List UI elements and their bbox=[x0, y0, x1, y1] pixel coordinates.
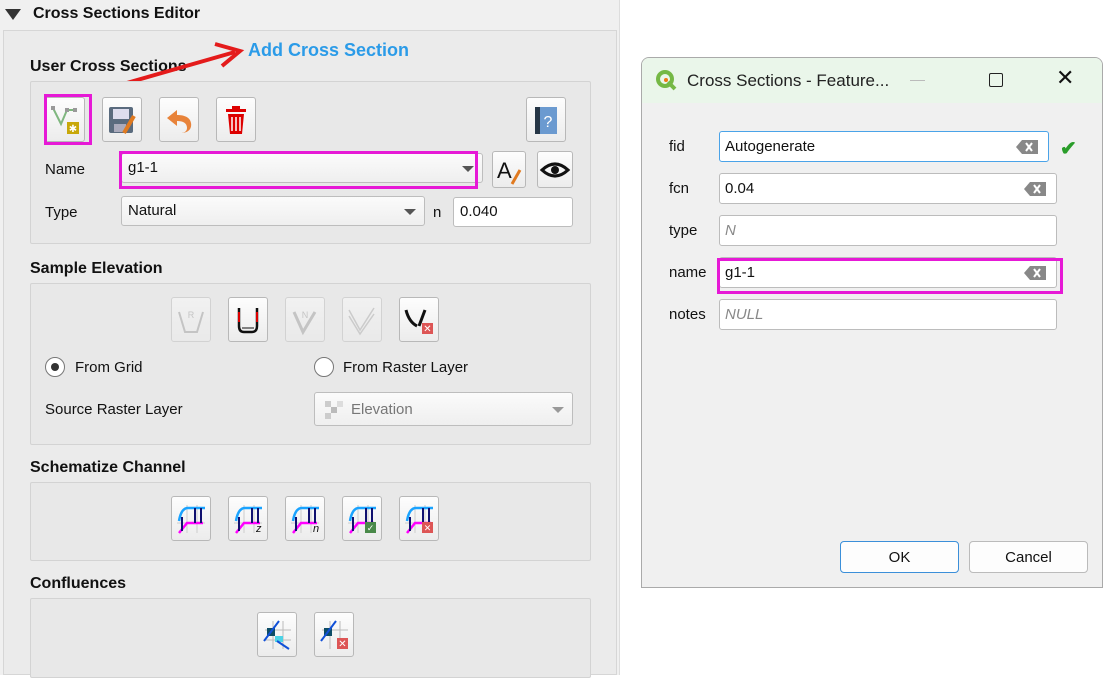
sample-rtv-button[interactable]: R bbox=[171, 297, 211, 342]
field-label-fcn: fcn bbox=[669, 180, 690, 197]
clear-field-icon[interactable] bbox=[1016, 140, 1038, 154]
sample-n-button[interactable]: N bbox=[285, 297, 325, 342]
schematize-icon bbox=[177, 504, 205, 534]
delete-sample-button[interactable]: ✕ bbox=[399, 297, 439, 342]
confluences-group bbox=[30, 598, 591, 678]
svg-text:✕: ✕ bbox=[338, 639, 346, 650]
ok-button[interactable]: OK bbox=[840, 541, 959, 573]
svg-text:✕: ✕ bbox=[424, 523, 432, 533]
from-raster-radio[interactable] bbox=[314, 357, 334, 377]
source-raster-value: Elevation bbox=[351, 401, 413, 418]
svg-text:✓: ✓ bbox=[367, 523, 375, 533]
cross-sections-editor-panel: Cross Sections Editor User Cross Section… bbox=[0, 0, 620, 678]
from-grid-radio[interactable] bbox=[45, 357, 65, 377]
eye-icon bbox=[539, 162, 571, 177]
field-label-notes: notes bbox=[669, 306, 706, 323]
dialog-titlebar: Cross Sections - Feature... ✕ bbox=[642, 58, 1102, 103]
undo-button[interactable] bbox=[159, 97, 199, 142]
field-label-name: name bbox=[669, 264, 707, 281]
multi-section-icon bbox=[348, 307, 375, 335]
name-highlight bbox=[119, 151, 478, 189]
svg-text:?: ? bbox=[544, 114, 553, 131]
svg-text:N: N bbox=[302, 310, 309, 320]
from-grid-label: From Grid bbox=[75, 359, 143, 376]
confluence-icon bbox=[263, 619, 291, 650]
field-input-fid[interactable]: Autogenerate bbox=[719, 131, 1049, 162]
close-icon[interactable]: ✕ bbox=[1056, 65, 1074, 91]
save-button[interactable] bbox=[102, 97, 142, 142]
field-label-type: type bbox=[669, 222, 698, 239]
save-edit-icon bbox=[109, 106, 136, 134]
svg-text:n: n bbox=[313, 523, 319, 535]
dialog-title: Cross Sections - Feature... bbox=[687, 71, 890, 90]
add-cross-section-annotation: Add Cross Section bbox=[248, 40, 410, 60]
field-value: Autogenerate bbox=[725, 138, 816, 155]
schematize-icon: ✓ bbox=[348, 504, 376, 534]
feature-attributes-dialog: Cross Sections - Feature... ✕ fid Autogen… bbox=[641, 57, 1103, 588]
field-input-type[interactable]: N bbox=[719, 215, 1057, 246]
field-label-fid: fid bbox=[669, 138, 685, 155]
schematize-channel-heading: Schematize Channel bbox=[30, 459, 186, 476]
add-button-highlight bbox=[44, 94, 92, 145]
field-value: NULL bbox=[725, 306, 764, 323]
validate-schematize-button[interactable]: ✓ bbox=[342, 496, 382, 541]
type-value: Natural bbox=[128, 202, 177, 219]
chevron-down-icon bbox=[552, 407, 564, 413]
type-label: Type bbox=[45, 204, 78, 221]
sample-banks-button[interactable] bbox=[228, 297, 268, 342]
minimize-icon[interactable] bbox=[910, 80, 925, 81]
source-raster-combobox[interactable]: Elevation bbox=[314, 392, 573, 426]
type-combobox[interactable]: Natural bbox=[121, 196, 425, 226]
maximize-icon[interactable] bbox=[989, 73, 1003, 87]
field-input-fcn[interactable]: 0.04 bbox=[719, 173, 1057, 204]
svg-text:z: z bbox=[255, 523, 262, 535]
delete-button[interactable] bbox=[216, 97, 256, 142]
schematize-z-button[interactable]: z bbox=[228, 496, 268, 541]
help-button[interactable]: ? bbox=[526, 97, 566, 142]
from-raster-label: From Raster Layer bbox=[343, 359, 469, 376]
qgis-logo-icon bbox=[656, 70, 677, 91]
schematize-icon: n bbox=[291, 504, 319, 535]
schematize-icon: z bbox=[234, 504, 262, 535]
collapse-triangle-icon[interactable] bbox=[5, 9, 21, 20]
delete-confluence-icon: ✕ bbox=[320, 619, 348, 650]
sample-multiple-button[interactable] bbox=[342, 297, 382, 342]
svg-text:✕: ✕ bbox=[423, 324, 431, 335]
confluences-heading: Confluences bbox=[30, 575, 127, 592]
channel-bank-icon bbox=[237, 307, 259, 333]
field-value: N bbox=[725, 222, 736, 239]
undo-icon bbox=[167, 109, 192, 133]
rtv-icon: R bbox=[178, 310, 204, 333]
valid-checkmark-icon: ✔ bbox=[1060, 138, 1077, 160]
delete-confluence-button[interactable]: ✕ bbox=[314, 612, 354, 657]
n-label: n bbox=[433, 204, 442, 221]
name-label: Name bbox=[45, 161, 86, 178]
source-raster-label: Source Raster Layer bbox=[45, 401, 183, 418]
view-button[interactable] bbox=[537, 151, 573, 188]
panel-header[interactable]: Cross Sections Editor bbox=[0, 0, 620, 30]
name-field-highlight bbox=[717, 258, 1063, 294]
schematize-button[interactable] bbox=[171, 496, 211, 541]
panel-title: Cross Sections Editor bbox=[33, 5, 201, 22]
n-section-icon: N bbox=[292, 310, 317, 335]
schematize-icon: ✕ bbox=[405, 504, 433, 534]
trash-icon bbox=[226, 105, 246, 134]
field-input-notes[interactable]: NULL bbox=[719, 299, 1057, 330]
chevron-down-icon bbox=[404, 209, 416, 215]
confluence-button[interactable] bbox=[257, 612, 297, 657]
schematize-n-button[interactable]: n bbox=[285, 496, 325, 541]
delete-section-icon: ✕ bbox=[404, 308, 433, 335]
sample-elevation-heading: Sample Elevation bbox=[30, 260, 163, 277]
clear-field-icon[interactable] bbox=[1024, 182, 1046, 196]
n-input[interactable]: 0.040 bbox=[453, 197, 573, 227]
help-book-icon: ? bbox=[535, 106, 557, 134]
rename-button[interactable]: A bbox=[492, 151, 526, 188]
cancel-button[interactable]: Cancel bbox=[969, 541, 1088, 573]
field-value: 0.04 bbox=[725, 180, 755, 197]
rename-icon: A bbox=[497, 158, 522, 185]
raster-layer-icon bbox=[325, 401, 343, 419]
delete-schematize-button[interactable]: ✕ bbox=[399, 496, 439, 541]
svg-text:R: R bbox=[188, 310, 195, 320]
svg-text:A: A bbox=[497, 158, 512, 183]
